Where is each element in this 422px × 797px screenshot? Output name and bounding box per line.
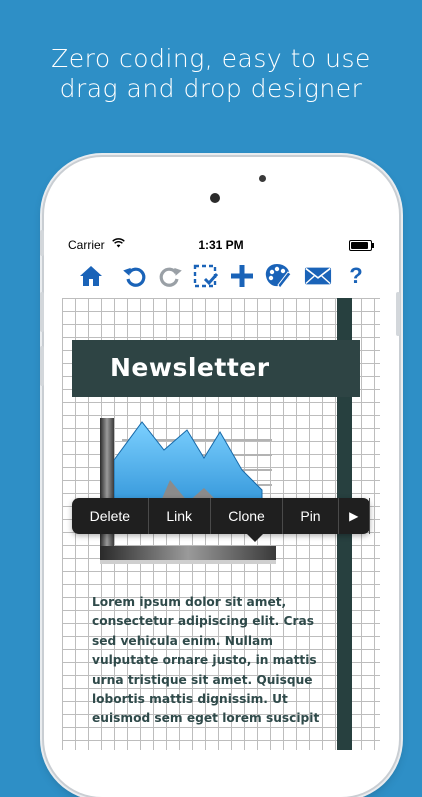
context-more-arrow-icon[interactable]: ▶ <box>339 498 370 534</box>
context-delete[interactable]: Delete <box>72 498 149 534</box>
newsletter-banner[interactable]: Newsletter <box>72 340 360 397</box>
battery-icon <box>349 240 374 251</box>
newsletter-title: Newsletter <box>110 353 270 382</box>
context-clone[interactable]: Clone <box>211 498 284 534</box>
email-icon[interactable] <box>304 262 332 290</box>
status-bar: Carrier 1:31 PM <box>62 235 380 254</box>
mute-switch <box>40 346 44 386</box>
chart-clipart-image[interactable] <box>92 410 282 570</box>
power-button <box>396 292 400 336</box>
promo-headline-line2: drag and drop designer <box>59 74 363 103</box>
redo-icon[interactable] <box>156 262 184 290</box>
volume-down-button <box>40 292 44 332</box>
newsletter-body-text[interactable]: Lorem ipsum dolor sit amet, consectetur … <box>92 593 324 729</box>
phone-screen: Carrier 1:31 PM ? Newsletter Lorem ipsum… <box>62 235 380 750</box>
add-icon[interactable] <box>228 262 256 290</box>
context-menu: Delete Link Clone Pin ▶ <box>72 498 370 542</box>
volume-up-button <box>40 230 44 256</box>
context-link[interactable]: Link <box>149 498 211 534</box>
proximity-sensor <box>259 175 266 182</box>
promo-headline: Zero coding, easy to use drag and drop d… <box>0 44 422 104</box>
undo-icon[interactable] <box>121 262 149 290</box>
help-icon[interactable]: ? <box>342 262 370 290</box>
editor-toolbar: ? <box>62 254 380 299</box>
front-camera <box>210 193 220 203</box>
design-canvas[interactable]: Newsletter Lorem ipsum dolor sit amet, c… <box>62 298 380 750</box>
home-icon[interactable] <box>77 262 105 290</box>
context-menu-pointer <box>247 534 263 542</box>
status-time: 1:31 PM <box>198 238 244 252</box>
promo-headline-line1: Zero coding, easy to use <box>51 44 371 73</box>
battery-level <box>351 242 368 249</box>
select-icon[interactable] <box>192 262 220 290</box>
context-pin[interactable]: Pin <box>283 498 339 534</box>
palette-icon[interactable] <box>264 262 292 290</box>
